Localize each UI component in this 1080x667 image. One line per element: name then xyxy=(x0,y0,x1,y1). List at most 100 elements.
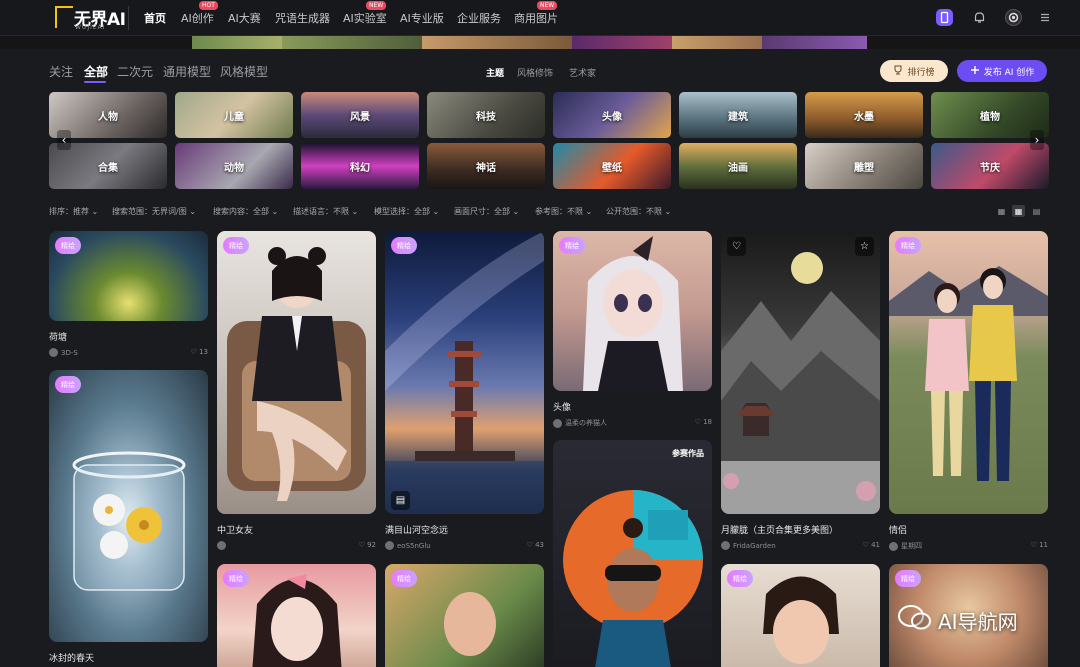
artwork-card[interactable]: 精绘 xyxy=(385,564,544,667)
artwork-card[interactable]: 精绘 xyxy=(217,564,376,667)
subtab-style-modifier[interactable]: 风格修饰 xyxy=(517,66,553,79)
publish-button[interactable]: 发布 AI 创作 xyxy=(957,60,1047,82)
like-count[interactable]: ♡ 11 xyxy=(1031,541,1048,549)
collection-icon[interactable]: ▤ xyxy=(391,491,410,510)
star-icon[interactable]: ☆ xyxy=(855,237,874,256)
subtab-theme[interactable]: 主题 xyxy=(486,66,504,79)
tab-style-model[interactable]: 风格模型 xyxy=(220,63,268,80)
like-count[interactable]: ♡ 13 xyxy=(191,348,208,356)
artwork-card[interactable]: 精绘 xyxy=(721,564,880,667)
tab-anime[interactable]: 二次元 xyxy=(117,63,153,80)
author-name: eoS5nGlu xyxy=(397,541,431,550)
like-count[interactable]: ♡ 41 xyxy=(863,541,880,549)
large-grid-icon[interactable]: ▦ xyxy=(995,205,1008,217)
medium-grid-icon[interactable]: ▦ xyxy=(1012,205,1025,217)
card-title[interactable]: 满目山河空念远 xyxy=(385,523,448,536)
banner-strip[interactable] xyxy=(0,36,1080,49)
card-title[interactable]: 冰封的春天 xyxy=(49,651,94,664)
artwork-image[interactable] xyxy=(889,231,1048,514)
card-author[interactable] xyxy=(217,541,229,550)
model-dropdown[interactable]: 模型选择：全部 ⌄ xyxy=(374,206,439,217)
category-label: 神话 xyxy=(476,162,496,174)
category-animals[interactable]: 动物 xyxy=(175,143,293,189)
nav-item-ai-contest[interactable]: AI大赛 xyxy=(228,10,261,26)
user-avatar xyxy=(889,541,898,551)
nav-item-home[interactable]: 首页 xyxy=(144,10,166,26)
visibility-dropdown[interactable]: 公开范围：不限 ⌄ xyxy=(606,206,671,217)
chevron-right-icon[interactable]: › xyxy=(1030,130,1044,150)
card-title[interactable]: 中卫女友 xyxy=(217,523,253,536)
reference-image-dropdown[interactable]: 参考图：不限 ⌄ xyxy=(535,206,592,217)
artwork-card[interactable]: 精绘 ▤ 满目山河空念远 eoS5nGlu ♡ 43 xyxy=(385,231,544,556)
artwork-image[interactable] xyxy=(217,231,376,514)
card-author[interactable]: 3D-S xyxy=(49,348,78,357)
menu-icon[interactable] xyxy=(1037,9,1054,26)
category-avatar[interactable]: 头像 xyxy=(553,92,671,138)
nav-item-ai-create[interactable]: AI创作 xyxy=(181,10,214,26)
artwork-image[interactable] xyxy=(385,231,544,514)
category-wallpaper[interactable]: 壁纸 xyxy=(553,143,671,189)
nav-item-enterprise[interactable]: 企业服务 xyxy=(457,10,501,26)
artwork-card[interactable]: 精绘 冰封的春天 xyxy=(49,370,208,667)
refined-tag: 精绘 xyxy=(559,237,585,254)
artwork-card[interactable]: 参赛作品 xyxy=(553,440,712,667)
artwork-image[interactable] xyxy=(553,231,712,391)
card-author[interactable]: 星期四 xyxy=(889,541,922,551)
artwork-card[interactable]: 精绘 荷塘 3D-S ♡ 13 xyxy=(49,231,208,363)
avatar[interactable] xyxy=(1005,9,1022,26)
artwork-image[interactable] xyxy=(49,370,208,642)
ranking-button[interactable]: 排行榜 xyxy=(880,60,948,82)
sort-dropdown[interactable]: 排序：推荐 ⌄ xyxy=(49,206,98,217)
category-sculpture[interactable]: 雕塑 xyxy=(805,143,923,189)
category-children[interactable]: 儿童 xyxy=(175,92,293,138)
bell-icon[interactable] xyxy=(971,9,988,26)
search-scope-dropdown[interactable]: 搜索范围：无界词/图 ⌄ xyxy=(112,206,196,217)
chevron-left-icon[interactable]: ‹ xyxy=(57,130,71,150)
artwork-card[interactable]: 精绘 情侣 星期四 ♡ 11 xyxy=(889,231,1048,556)
prompt-language-dropdown[interactable]: 描述语言：不限 ⌄ xyxy=(293,206,358,217)
card-title[interactable]: 情侣 xyxy=(889,523,907,536)
hot-badge: HOT xyxy=(199,1,218,10)
like-count[interactable]: ♡ 43 xyxy=(527,541,544,549)
category-scifi[interactable]: 科幻 xyxy=(301,143,419,189)
category-label: 雕塑 xyxy=(854,162,874,174)
category-mythology[interactable]: 神话 xyxy=(427,143,545,189)
category-label: 风景 xyxy=(350,111,370,123)
card-title[interactable]: 头像 xyxy=(553,400,571,413)
category-architecture[interactable]: 建筑 xyxy=(679,92,797,138)
nav-item-prompt-generator[interactable]: 咒语生成器 xyxy=(275,10,330,26)
phone-icon[interactable] xyxy=(936,9,953,26)
artwork-image[interactable] xyxy=(721,231,880,514)
nav-item-ai-lab[interactable]: AI实验室 xyxy=(343,10,387,26)
card-author[interactable]: eoS5nGlu xyxy=(385,541,431,550)
category-ink-wash[interactable]: 水墨 xyxy=(805,92,923,138)
category-landscape[interactable]: 风景 xyxy=(301,92,419,138)
subtab-artist[interactable]: 艺术家 xyxy=(569,66,596,79)
nav-item-commercial-images[interactable]: 商用图片 xyxy=(514,10,558,26)
card-title[interactable]: 荷塘 xyxy=(49,330,67,343)
user-avatar xyxy=(385,541,394,550)
artwork-card[interactable]: 精绘 中卫女友 ♡ 92 xyxy=(217,231,376,556)
user-avatar xyxy=(721,541,730,550)
small-grid-icon[interactable]: ▤ xyxy=(1030,205,1043,217)
like-count[interactable]: ♡ 92 xyxy=(359,541,376,549)
tab-following[interactable]: 关注 xyxy=(49,63,73,80)
card-author[interactable]: FridaGarden xyxy=(721,541,776,550)
refined-tag: 精绘 xyxy=(223,570,249,587)
nav-item-ai-pro[interactable]: AI专业版 xyxy=(400,10,444,26)
like-count[interactable]: ♡ 18 xyxy=(695,418,712,426)
card-author[interactable]: 温柔の养猫人 xyxy=(553,418,607,428)
tab-all[interactable]: 全部 xyxy=(84,63,108,80)
category-tech[interactable]: 科技 xyxy=(427,92,545,138)
category-oil-painting[interactable]: 油画 xyxy=(679,143,797,189)
artwork-card[interactable]: 精绘 头像 温柔の养猫人 ♡ 18 xyxy=(553,231,712,433)
card-title[interactable]: 月朦胧（主页合集更多美图） xyxy=(721,523,838,536)
image-size-dropdown[interactable]: 画面尺寸：全部 ⌄ xyxy=(454,206,519,217)
artwork-image[interactable] xyxy=(553,440,712,667)
tab-general-model[interactable]: 通用模型 xyxy=(163,63,211,80)
refined-tag: 精绘 xyxy=(55,376,81,393)
artwork-card[interactable]: ♡ ☆ 月朦胧（主页合集更多美图） FridaGarden ♡ 41 xyxy=(721,231,880,556)
heart-icon[interactable]: ♡ xyxy=(727,237,746,256)
search-content-dropdown[interactable]: 搜索内容：全部 ⌄ xyxy=(213,206,278,217)
logo-icon[interactable] xyxy=(55,6,73,28)
